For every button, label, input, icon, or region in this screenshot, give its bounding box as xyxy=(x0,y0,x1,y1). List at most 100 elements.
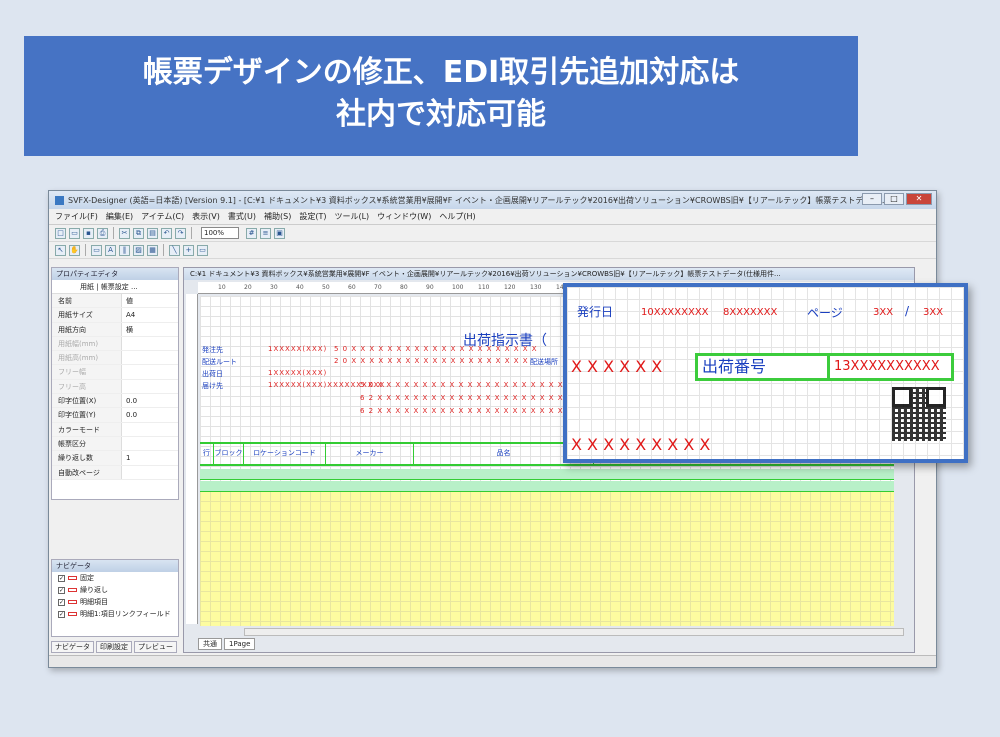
property-value[interactable]: A4 xyxy=(122,308,135,321)
tab-navigator[interactable]: ナビゲータ xyxy=(51,641,94,653)
toolbar-divider xyxy=(85,244,86,256)
horizontal-scrollbar[interactable] xyxy=(244,628,904,636)
property-row[interactable]: 帳票区分 xyxy=(52,436,178,452)
label-delivery-location[interactable]: 配送場所 xyxy=(530,357,558,367)
navigator-item-label: 繰り返し xyxy=(80,586,108,594)
property-row[interactable]: 自動改ページ xyxy=(52,465,178,480)
property-row[interactable]: 用紙高(mm) xyxy=(52,351,178,366)
menu-item[interactable]: アイテム(C) xyxy=(141,211,184,222)
table-header-cell[interactable]: 行 xyxy=(200,444,214,464)
new-icon[interactable]: □ xyxy=(55,227,66,239)
field-icon xyxy=(68,588,77,592)
tab-preview[interactable]: プレビュー xyxy=(134,641,177,653)
checkbox[interactable]: ✓ xyxy=(58,574,65,582)
line-icon[interactable]: ╲ xyxy=(169,244,180,256)
pointer-icon[interactable]: ↖ xyxy=(55,244,66,256)
property-editor-selector[interactable]: 用紙 | 帳票設定 ... xyxy=(52,280,178,294)
barcode-icon[interactable]: ‖ xyxy=(119,244,130,256)
property-row[interactable]: カラーモード xyxy=(52,422,178,437)
grid-icon[interactable]: # xyxy=(246,227,257,239)
menu-edit[interactable]: 編集(E) xyxy=(106,211,133,222)
menu-file[interactable]: ファイル(F) xyxy=(55,211,98,222)
zoom-select[interactable]: 100% xyxy=(201,227,239,239)
open-icon[interactable]: ▭ xyxy=(69,227,80,239)
property-value[interactable] xyxy=(122,380,126,393)
property-row[interactable]: 用紙幅(mm) xyxy=(52,336,178,352)
property-row[interactable]: フリー幅 xyxy=(52,365,178,380)
print-icon[interactable]: ⎙ xyxy=(97,227,108,239)
menu-settings[interactable]: 設定(T) xyxy=(299,211,326,222)
label-deliver-to[interactable]: 届け先 xyxy=(202,381,223,391)
property-value[interactable] xyxy=(122,365,126,378)
checkbox[interactable]: ✓ xyxy=(58,610,65,618)
property-value[interactable]: 0.0 xyxy=(122,408,137,421)
checkbox[interactable]: ✓ xyxy=(58,586,65,594)
field-icon[interactable]: ▭ xyxy=(91,244,102,256)
tab-common[interactable]: 共通 xyxy=(198,638,222,650)
lock-icon[interactable]: ▣ xyxy=(274,227,285,239)
plus-icon[interactable]: + xyxy=(183,244,194,256)
menu-view[interactable]: 表示(V) xyxy=(192,211,220,222)
label-supplier[interactable]: 発注先 xyxy=(202,345,223,355)
tab-print-settings[interactable]: 印刷設定 xyxy=(96,641,132,653)
image-icon[interactable]: ▨ xyxy=(133,244,144,256)
menu-window[interactable]: ウィンドウ(W) xyxy=(377,211,431,222)
table-row[interactable] xyxy=(200,481,894,492)
table-icon[interactable]: ▦ xyxy=(147,244,158,256)
redo-icon[interactable]: ↷ xyxy=(175,227,186,239)
label-route[interactable]: 配送ルート xyxy=(202,357,237,367)
property-row[interactable]: フリー高 xyxy=(52,379,178,395)
property-value[interactable]: 1 xyxy=(122,451,130,464)
undo-icon[interactable]: ↶ xyxy=(161,227,172,239)
property-value[interactable] xyxy=(122,437,126,450)
property-editor-panel: プロパティエディタ 用紙 | 帳票設定 ... 名前 値 用紙サイズ A4 用紙方… xyxy=(51,267,179,500)
property-row[interactable]: 用紙サイズ A4 xyxy=(52,308,178,323)
field-supplier-code[interactable]: 1XXXXX(XXX) xyxy=(268,345,327,353)
save-icon[interactable]: ▪ xyxy=(83,227,94,239)
property-value[interactable]: 0.0 xyxy=(122,394,137,407)
field-address-2[interactable]: 6 2 X X X X X X X X X X X X X X X X X X … xyxy=(360,394,582,402)
property-row[interactable]: 繰り返し数 1 xyxy=(52,451,178,466)
field-route-name[interactable]: 2 0 X X X X X X X X X X X X X X X X X X … xyxy=(334,357,529,365)
navigator-item[interactable]: ✓ 繰り返し xyxy=(52,584,178,596)
property-value[interactable]: 横 xyxy=(122,323,133,336)
navigator-item[interactable]: ✓ 固定 xyxy=(52,572,178,584)
property-row[interactable]: 用紙方向横 xyxy=(52,322,178,337)
menu-format[interactable]: 書式(U) xyxy=(228,211,256,222)
table-row[interactable] xyxy=(200,469,894,480)
field-ship-date[interactable]: 1XXXXX(XXX) xyxy=(268,369,327,377)
menu-tools[interactable]: ツール(L) xyxy=(334,211,369,222)
cut-icon[interactable]: ✂ xyxy=(119,227,130,239)
field-supplier-name[interactable]: 5 0 X X X X X X X X X X X X X X X X X X … xyxy=(334,345,538,353)
navigator-item[interactable]: ✓ 明細項目 xyxy=(52,596,178,608)
menu-help[interactable]: ヘルプ(H) xyxy=(439,211,475,222)
property-row[interactable]: 印字位置(X) 0.0 xyxy=(52,394,178,409)
field-address-1[interactable]: 5 0 X X X X X X X X X X X X X X X X X X … xyxy=(360,381,582,389)
property-value[interactable] xyxy=(122,337,126,350)
property-value[interactable] xyxy=(122,351,126,364)
paste-icon[interactable]: ▤ xyxy=(147,227,158,239)
detail-area[interactable] xyxy=(200,491,894,626)
field-address-3[interactable]: 6 2 X X X X X X X X X X X X X X X X X X … xyxy=(360,407,582,415)
align-icon[interactable]: ≡ xyxy=(260,227,271,239)
property-row[interactable]: 印字位置(Y) 0.0 xyxy=(52,408,178,423)
ruler-tick: 40 xyxy=(296,284,304,291)
table-header-cell[interactable]: メーカー xyxy=(326,444,414,464)
property-value[interactable] xyxy=(122,423,126,436)
table-header-cell[interactable]: ロケーションコード xyxy=(244,444,326,464)
minimize-button[interactable]: – xyxy=(862,193,882,205)
close-button[interactable]: ✕ xyxy=(906,193,932,205)
hand-icon[interactable]: ✋ xyxy=(69,244,80,256)
copy-icon[interactable]: ⧉ xyxy=(133,227,144,239)
label-ship-date[interactable]: 出荷日 xyxy=(202,369,223,379)
text-icon[interactable]: A xyxy=(105,244,116,256)
property-value[interactable] xyxy=(122,466,126,479)
maximize-button[interactable]: □ xyxy=(884,193,904,205)
menu-assist[interactable]: 補助(S) xyxy=(264,211,291,222)
navigator-item[interactable]: ✓ 明細1:項目リンクフィールド xyxy=(52,608,178,620)
page-separator: / xyxy=(905,304,910,318)
table-header-cell[interactable]: ブロック xyxy=(214,444,244,464)
rect-icon[interactable]: ▭ xyxy=(197,244,208,256)
checkbox[interactable]: ✓ xyxy=(58,598,65,606)
tab-page-1[interactable]: 1Page xyxy=(224,638,256,650)
